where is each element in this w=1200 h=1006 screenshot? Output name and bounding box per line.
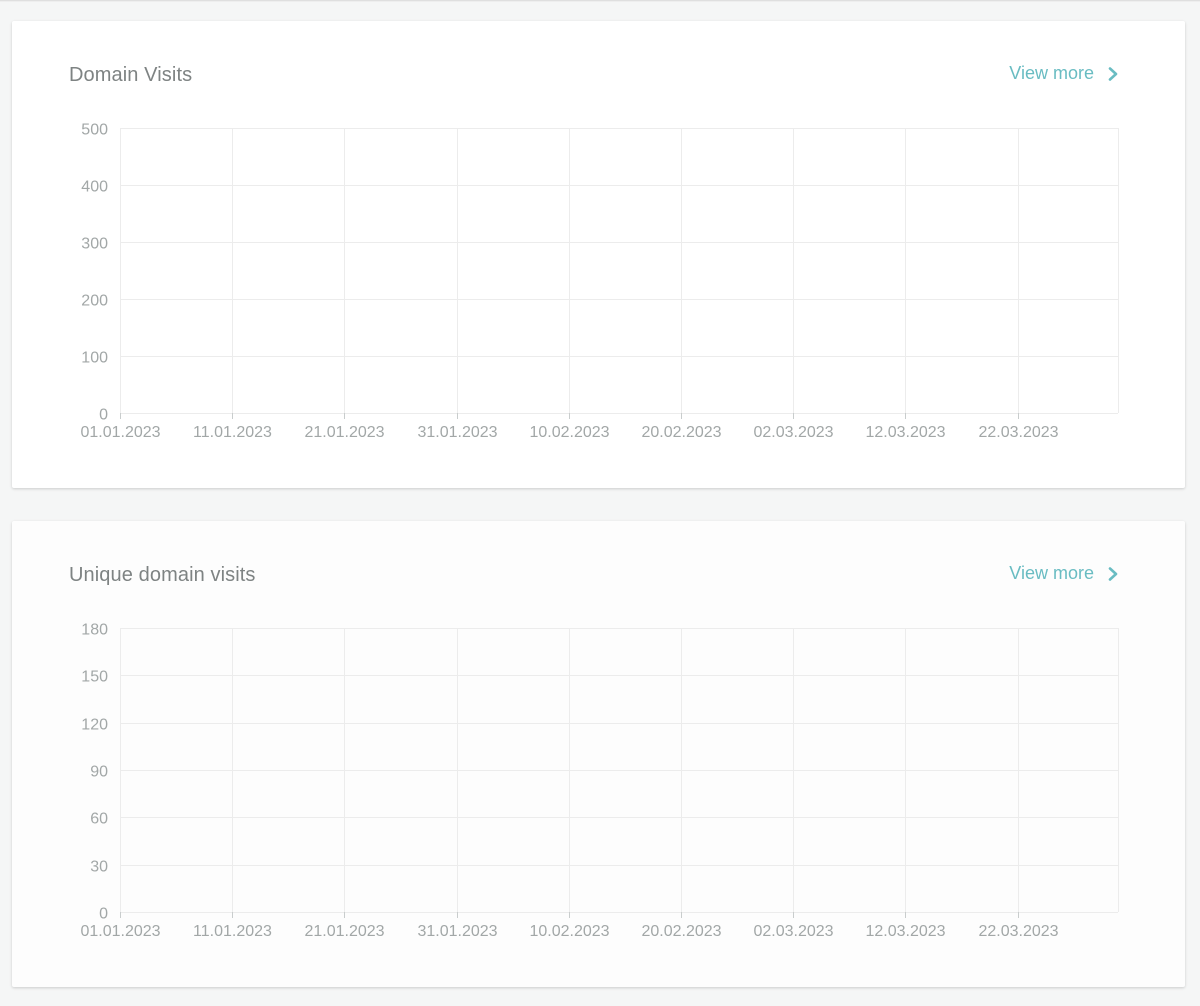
- y-tick-label: 30: [90, 859, 108, 876]
- domain-visits-card: Domain Visits View more 0 100 200 300 400 500…: [12, 21, 1185, 488]
- y-tick-label: 150: [81, 669, 108, 686]
- x-tick-label: 01.01.2023: [80, 424, 160, 441]
- y-tick-label: 300: [81, 236, 108, 253]
- x-tick-label: 10.02.2023: [529, 923, 609, 940]
- x-tick-label: 02.03.2023: [753, 923, 833, 940]
- y-tick-label: 120: [81, 717, 108, 734]
- x-tick-label: 21.01.2023: [304, 424, 384, 441]
- x-tick-label: 12.03.2023: [865, 424, 945, 441]
- y-tick-label: 90: [90, 764, 108, 781]
- top-bar-shadow: [0, 0, 1200, 2]
- y-tick-label: 0: [99, 407, 108, 424]
- x-tick-label: 22.03.2023: [978, 923, 1058, 940]
- y-tick-label: 180: [81, 622, 108, 639]
- x-tick-label: 31.01.2023: [417, 923, 497, 940]
- x-tick-label: 11.01.2023: [193, 923, 272, 940]
- y-tick-label: 60: [90, 811, 108, 828]
- domain-visits-chart: 0 100 200 300 400 500 01.01.2023 11.01.2023 21.0…: [80, 122, 1119, 441]
- x-tick-label: 11.01.2023: [193, 424, 272, 441]
- x-tick-label: 22.03.2023: [978, 424, 1058, 441]
- unique-domain-visits-chart: 0 30 60 90 120 150 180 01.01.2023 11.01.2023 21.0…: [80, 622, 1119, 940]
- y-tick-label: 100: [81, 350, 108, 367]
- unique-domain-visits-card: Unique domain visits View more 0 30 60 90 12…: [12, 521, 1185, 987]
- x-tick-label: 21.01.2023: [304, 923, 384, 940]
- y-tick-label: 200: [81, 293, 108, 310]
- y-tick-label: 0: [99, 906, 108, 923]
- x-tick-label: 31.01.2023: [417, 424, 497, 441]
- y-tick-label: 500: [81, 122, 108, 139]
- x-tick-label: 12.03.2023: [865, 923, 945, 940]
- x-tick-label: 01.01.2023: [80, 923, 160, 940]
- x-tick-label: 20.02.2023: [641, 923, 721, 940]
- x-tick-label: 20.02.2023: [641, 424, 721, 441]
- x-tick-label: 02.03.2023: [753, 424, 833, 441]
- y-tick-label: 400: [81, 179, 108, 196]
- x-tick-label: 10.02.2023: [529, 424, 609, 441]
